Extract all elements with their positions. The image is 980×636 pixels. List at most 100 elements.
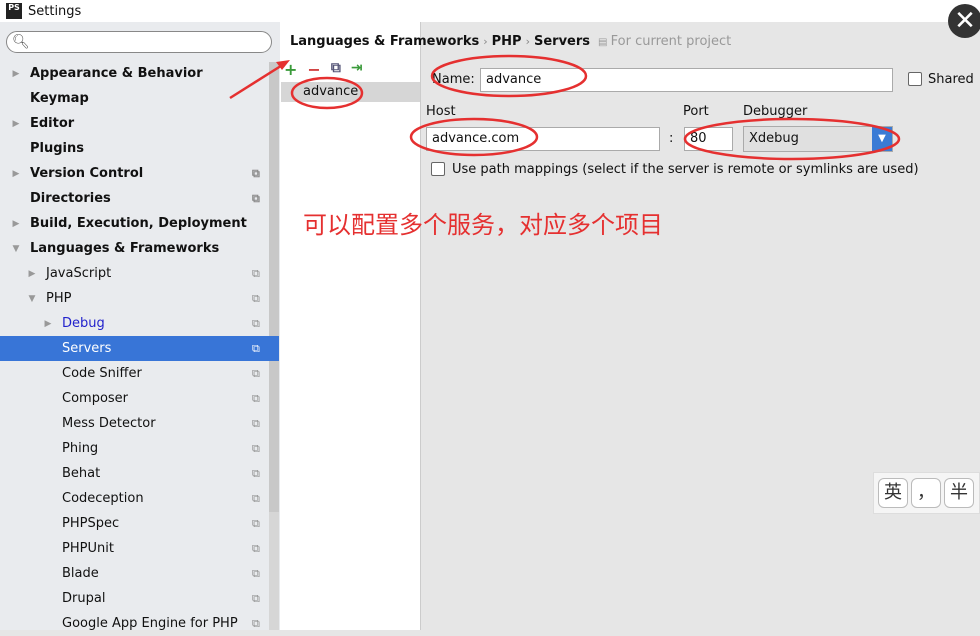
debugger-select[interactable]: Xdebug ▼ — [743, 126, 893, 152]
server-list-item[interactable]: advance — [281, 82, 420, 102]
shared-checkbox[interactable] — [908, 72, 922, 86]
project-scope-icon: ⧉ — [252, 466, 260, 480]
sidebar-item[interactable]: ▶ Appearance & Behavior — [0, 61, 279, 86]
sidebar-item-label: Appearance & Behavior — [30, 66, 203, 81]
sidebar-item[interactable]: Code Sniffer ⧉ — [0, 361, 279, 386]
sidebar-item[interactable]: ▶ Debug ⧉ — [0, 311, 279, 336]
debugger-label: Debugger — [743, 104, 808, 119]
sidebar-item[interactable]: Plugins — [0, 136, 279, 161]
sidebar-item-label: PHPUnit — [62, 541, 114, 556]
search-icon: 🔍︎ — [12, 34, 30, 50]
sidebar-item-label: Code Sniffer — [62, 366, 142, 381]
sidebar-item[interactable]: Keymap — [0, 86, 279, 111]
collapsed-arrow-icon[interactable]: ▶ — [8, 69, 24, 79]
search-input[interactable]: 🔍︎ — [6, 31, 272, 53]
sidebar-item-label: Keymap — [30, 91, 89, 106]
sidebar-item-label: Drupal — [62, 591, 106, 606]
project-scope-icon: ⧉ — [252, 566, 260, 580]
sidebar-item[interactable]: ▼ PHP ⧉ — [0, 286, 279, 311]
project-scope-icon: ⧉ — [252, 266, 260, 280]
collapsed-arrow-icon[interactable]: ▶ — [40, 319, 56, 329]
path-mappings-checkbox[interactable] — [431, 162, 445, 176]
sidebar-item[interactable]: Mess Detector ⧉ — [0, 411, 279, 436]
sidebar-item[interactable]: Drupal ⧉ — [0, 586, 279, 611]
sidebar-item-label: Servers — [62, 341, 112, 356]
project-scope-icon: ▤ — [598, 37, 611, 48]
sidebar-item-label: Blade — [62, 566, 99, 581]
ime-language-key[interactable]: 英 — [878, 478, 908, 508]
app-icon: PS — [6, 3, 22, 19]
scope-label: For current project — [610, 34, 732, 49]
project-scope-icon: ⧉ — [252, 491, 260, 505]
sidebar-item-label: Behat — [62, 466, 101, 481]
project-scope-icon: ⧉ — [252, 341, 260, 355]
sidebar-item-label: Plugins — [30, 141, 84, 156]
sidebar-item-label: Composer — [62, 391, 129, 406]
annotation-text: 可以配置多个服务，对应多个项目 — [303, 211, 663, 239]
sidebar-item-label: JavaScript — [46, 266, 112, 281]
host-input[interactable]: advance.com — [426, 127, 660, 151]
expanded-arrow-icon[interactable]: ▼ — [24, 294, 40, 304]
sidebar-item-label: PHP — [46, 291, 72, 306]
import-icon[interactable]: ⇥ — [351, 60, 363, 79]
project-scope-icon: ⧉ — [252, 166, 260, 180]
project-scope-icon: ⧉ — [252, 541, 260, 555]
breadcrumb-item: Servers — [533, 34, 591, 49]
server-list-panel — [280, 22, 421, 630]
sidebar-item[interactable]: Phing ⧉ — [0, 436, 279, 461]
breadcrumb-item: PHP — [491, 34, 522, 49]
shared-label: Shared — [928, 72, 974, 87]
project-scope-icon: ⧉ — [252, 391, 260, 405]
sidebar-item-label: Languages & Frameworks — [30, 241, 220, 256]
sidebar-item-label: PHPSpec — [62, 516, 120, 531]
sidebar-item[interactable]: ▶ Build, Execution, Deployment — [0, 211, 279, 236]
sidebar-item-label: Mess Detector — [62, 416, 156, 431]
collapsed-arrow-icon[interactable]: ▶ — [8, 219, 24, 229]
project-scope-icon: ⧉ — [252, 516, 260, 530]
sidebar-item[interactable]: Google App Engine for PHP ⧉ — [0, 611, 279, 636]
sidebar-item[interactable]: PHPSpec ⧉ — [0, 511, 279, 536]
collapsed-arrow-icon[interactable]: ▶ — [8, 119, 24, 129]
chevron-down-icon[interactable]: ▼ — [872, 127, 892, 151]
port-input[interactable]: 80 — [684, 127, 733, 151]
sidebar-item[interactable]: Blade ⧉ — [0, 561, 279, 586]
collapsed-arrow-icon[interactable]: ▶ — [8, 169, 24, 179]
title-bar: PS Settings — [0, 0, 980, 22]
sidebar-item-label: Debug — [62, 316, 105, 331]
sidebar-item[interactable]: Servers ⧉ — [0, 336, 279, 361]
ime-width-key[interactable]: 半 — [944, 478, 974, 508]
sidebar-item-label: Directories — [30, 191, 111, 206]
host-label: Host — [426, 104, 456, 119]
copy-icon[interactable]: ⧉ — [331, 60, 341, 79]
name-input[interactable]: advance — [480, 68, 893, 92]
sidebar-item[interactable]: Composer ⧉ — [0, 386, 279, 411]
sidebar-item[interactable]: Directories ⧉ — [0, 186, 279, 211]
collapsed-arrow-icon[interactable]: ▶ — [24, 269, 40, 279]
sidebar-item[interactable]: Codeception ⧉ — [0, 486, 279, 511]
name-label: Name: — [432, 72, 475, 87]
expanded-arrow-icon[interactable]: ▼ — [8, 244, 24, 254]
sidebar-item-label: Editor — [30, 116, 75, 131]
sidebar-item[interactable]: ▶ JavaScript ⧉ — [0, 261, 279, 286]
sidebar-item[interactable]: PHPUnit ⧉ — [0, 536, 279, 561]
sidebar-item[interactable]: ▼ Languages & Frameworks — [0, 236, 279, 261]
project-scope-icon: ⧉ — [252, 366, 260, 380]
project-scope-icon: ⧉ — [252, 441, 260, 455]
sidebar-item[interactable]: ▶ Editor — [0, 111, 279, 136]
sidebar-item-label: Phing — [62, 441, 99, 456]
project-scope-icon: ⧉ — [252, 191, 260, 205]
server-toolbar: + − ⧉ ⇥ — [284, 60, 363, 79]
breadcrumb: Languages & Frameworks › PHP › Servers ▤ For … — [290, 34, 732, 49]
remove-icon[interactable]: − — [307, 60, 320, 79]
close-button[interactable]: ✕ — [948, 4, 980, 38]
sidebar-item[interactable]: ▶ Version Control ⧉ — [0, 161, 279, 186]
sidebar-item-label: Version Control — [30, 166, 144, 181]
port-label: Port — [683, 104, 709, 119]
settings-tree: ▶ Appearance & Behavior Keymap ▶ Editor Plugi… — [0, 61, 279, 636]
sidebar-item[interactable]: Behat ⧉ — [0, 461, 279, 486]
add-icon[interactable]: + — [284, 60, 297, 79]
ime-punctuation-key[interactable]: ， — [911, 478, 941, 508]
debugger-value: Xdebug — [749, 131, 799, 146]
project-scope-icon: ⧉ — [252, 316, 260, 330]
input-method-bar: 英 ， 半 — [873, 472, 980, 514]
